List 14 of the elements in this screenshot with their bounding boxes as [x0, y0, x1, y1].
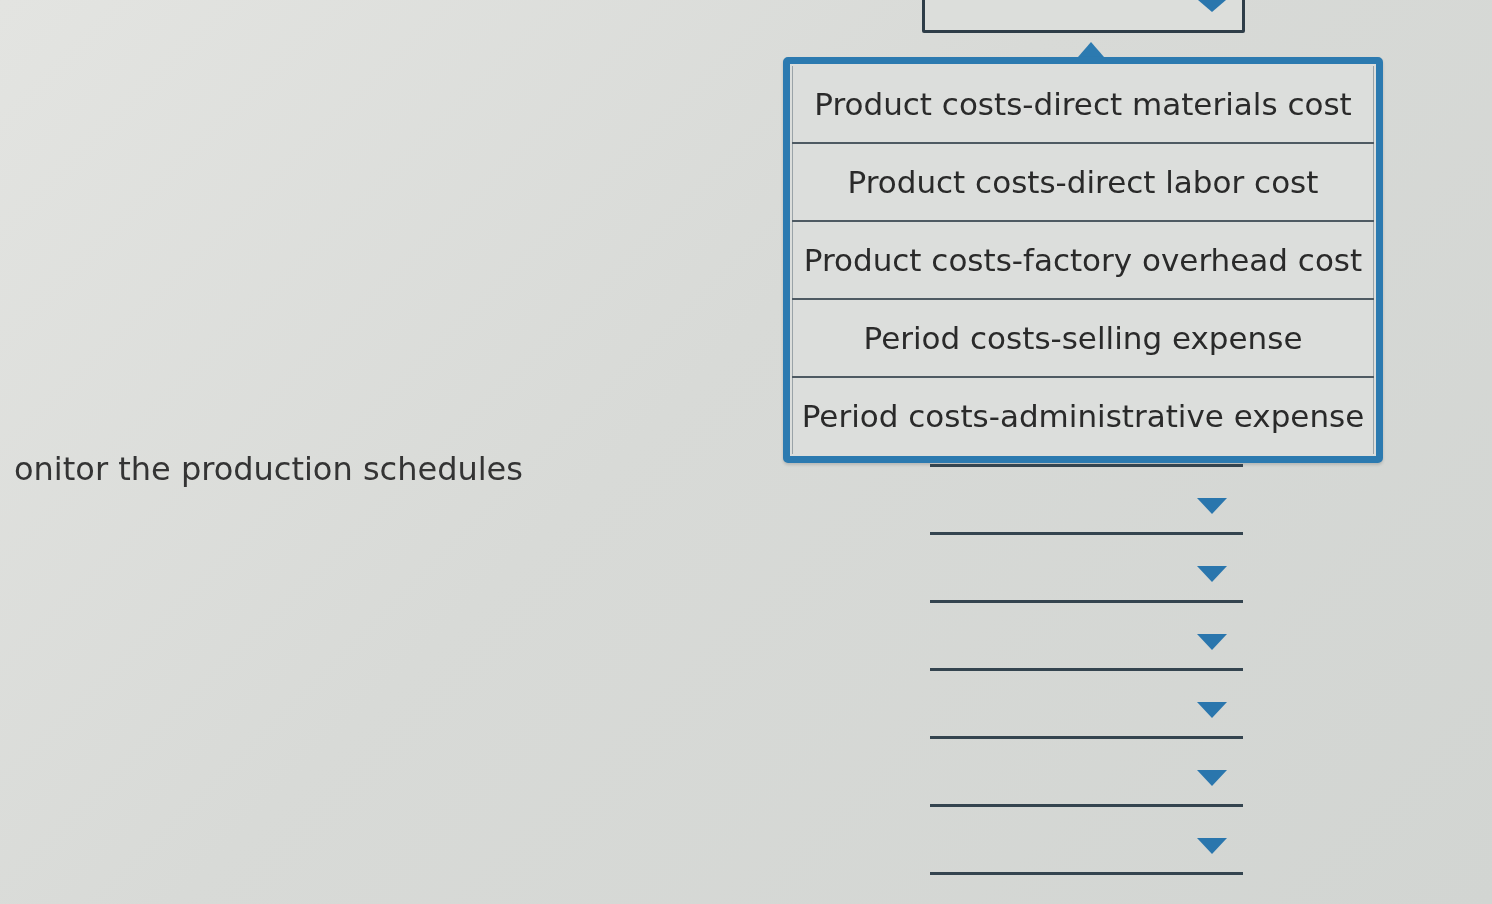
- caret-icon: [1197, 498, 1227, 514]
- dropdown-select[interactable]: [922, 0, 1245, 33]
- caret-icon: [1197, 634, 1227, 650]
- dropdown-option[interactable]: Product costs-direct labor cost: [792, 144, 1374, 220]
- caret-icon: [1198, 0, 1226, 12]
- caret-icon: [1197, 702, 1227, 718]
- caret-icon: [1197, 566, 1227, 582]
- dropdown-option[interactable]: Period costs-selling expense: [792, 300, 1374, 376]
- dropdown-option[interactable]: Period costs-administrative expense: [792, 378, 1374, 454]
- question-text: onitor the production schedules: [14, 449, 523, 490]
- caret-icon: [1197, 770, 1227, 786]
- caret-icon: [1197, 838, 1227, 854]
- dropdown-option[interactable]: Product costs-factory overhead cost: [792, 222, 1374, 298]
- dropdown-option[interactable]: Product costs-direct materials cost: [792, 66, 1374, 142]
